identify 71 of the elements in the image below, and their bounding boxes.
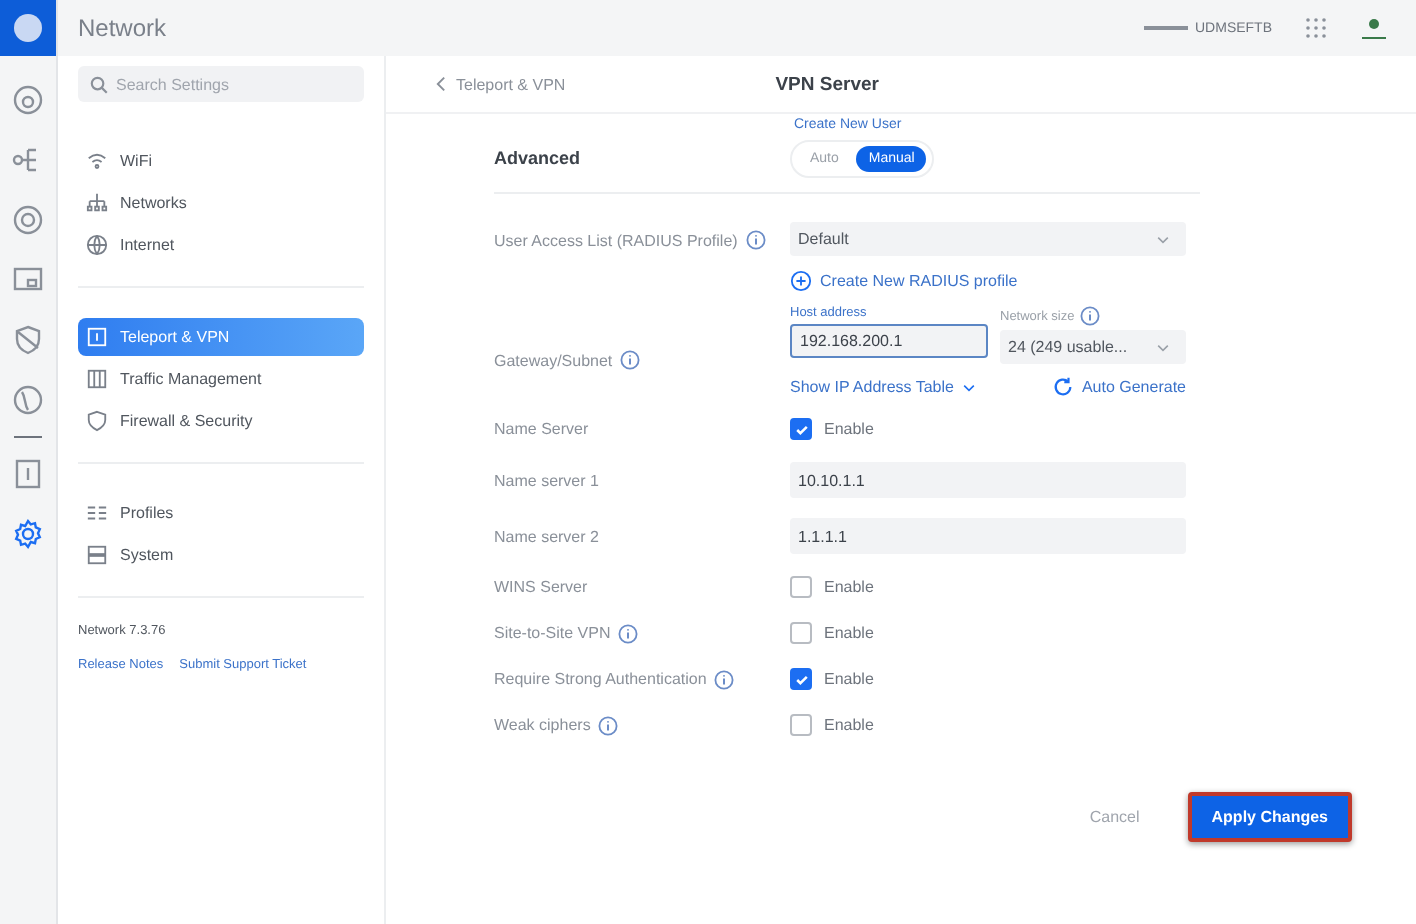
create-radius-link[interactable]: Create New RADIUS profile	[790, 270, 1018, 292]
field-label: Name server 1	[494, 471, 599, 489]
page-title: VPN Server	[775, 73, 879, 95]
app-logo[interactable]	[0, 0, 56, 56]
enable-checkbox[interactable]: Enable	[790, 622, 874, 644]
chevron-down-icon	[1156, 343, 1170, 351]
network-tree-icon	[86, 192, 108, 214]
settings-icon[interactable]	[12, 518, 44, 550]
chevron-down-icon	[961, 383, 976, 391]
chevron-down-icon	[1156, 235, 1170, 243]
field-label: Gateway/Subnet	[494, 351, 613, 369]
vpn-icon	[86, 326, 108, 348]
auto-generate-button[interactable]: Auto Generate	[1051, 376, 1186, 398]
sidebar-item[interactable]: Traffic Management	[78, 360, 364, 398]
field-label: Name server 2	[494, 527, 599, 545]
enable-checkbox[interactable]: Enable	[790, 714, 874, 736]
cancel-button[interactable]: Cancel	[1077, 806, 1152, 828]
sidebar-item[interactable]: Teleport & VPN	[78, 318, 364, 356]
app-title: Network	[78, 14, 167, 42]
network-size-dropdown[interactable]: 24 (249 usable...	[1000, 330, 1186, 364]
sidebar-item[interactable]: Firewall & Security	[78, 402, 364, 440]
field-label: Name Server	[494, 420, 589, 438]
enable-checkbox[interactable]: Enable	[790, 576, 874, 598]
shield-icon	[86, 410, 108, 432]
checkmark-icon	[793, 421, 809, 437]
info-icon[interactable]	[620, 350, 641, 370]
field-label: User Access List (RADIUS Profile)	[494, 231, 738, 249]
apply-changes-button[interactable]: Apply Changes	[1187, 792, 1352, 842]
checkbox[interactable]	[790, 622, 812, 644]
back-link[interactable]: Teleport & VPN	[436, 75, 566, 93]
field-label: Site-to-Site VPN	[494, 624, 611, 642]
checkbox[interactable]	[790, 576, 812, 598]
sidebar-item[interactable]: System	[78, 536, 364, 574]
profiles-icon	[86, 502, 108, 524]
profile-dropdown[interactable]: Default	[790, 222, 1186, 256]
chevron-left-icon	[436, 76, 446, 92]
info-icon[interactable]	[745, 230, 766, 250]
traffic-icon	[86, 368, 108, 390]
section-title: Advanced	[494, 148, 583, 168]
enable-checkbox[interactable]: Enable	[790, 668, 874, 690]
host-address-field[interactable]: 192.168.200.1	[790, 324, 988, 358]
sidebar-item[interactable]: WiFi	[78, 142, 364, 180]
apps-grid-icon[interactable]	[1304, 16, 1328, 40]
user-avatar-icon[interactable]	[1360, 16, 1388, 40]
field-label: Weak ciphers	[494, 716, 591, 734]
info-icon[interactable]	[714, 669, 735, 689]
monitor-icon[interactable]	[12, 264, 44, 296]
sidebar-item[interactable]: Networks	[78, 184, 364, 222]
sidebar-item[interactable]: Profiles	[78, 494, 364, 532]
system-icon	[86, 544, 108, 566]
checkmark-icon	[793, 671, 809, 687]
info-icon[interactable]	[1080, 306, 1101, 326]
shield-icon[interactable]	[12, 324, 44, 356]
sidebar-item[interactable]: Internet	[78, 226, 364, 264]
name-server-field[interactable]: 10.10.1.1	[790, 462, 1186, 498]
checkbox[interactable]	[790, 418, 812, 440]
search-field[interactable]: Search Settings	[78, 66, 364, 102]
field-label: WINS Server	[494, 578, 588, 596]
ip-table-toggle[interactable]: Show IP Address Table	[790, 376, 976, 398]
add-circle-icon	[790, 270, 812, 292]
refresh-icon	[1051, 376, 1074, 398]
enable-checkbox[interactable]: Enable	[790, 418, 874, 440]
checkbox[interactable]	[790, 714, 812, 736]
checkbox[interactable]	[790, 668, 812, 690]
circle-icon[interactable]	[12, 204, 44, 236]
list-icon[interactable]	[12, 458, 44, 490]
info-icon[interactable]	[618, 623, 639, 643]
info-icon[interactable]	[598, 715, 619, 735]
wifi-icon	[86, 150, 108, 172]
field-label: Require Strong Authentication	[494, 670, 707, 688]
name-server-field[interactable]: 1.1.1.1	[790, 518, 1186, 554]
